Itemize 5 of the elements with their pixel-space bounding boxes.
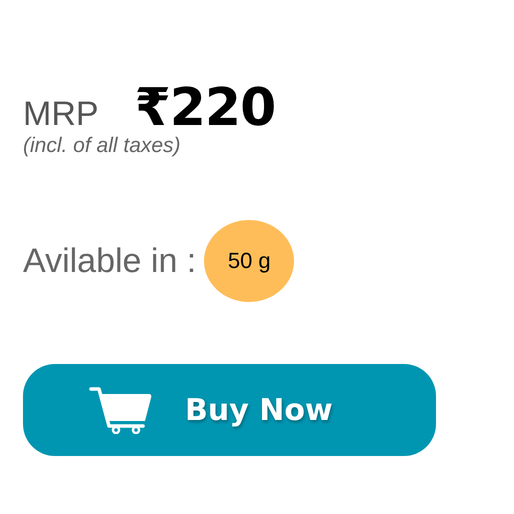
mrp-label: MRP: [23, 95, 99, 134]
availability-label: Avilable in :: [23, 242, 196, 280]
buy-now-button[interactable]: Buy Now: [23, 364, 436, 456]
cart-icon: [89, 386, 153, 434]
size-badge: 50 g: [204, 220, 294, 302]
